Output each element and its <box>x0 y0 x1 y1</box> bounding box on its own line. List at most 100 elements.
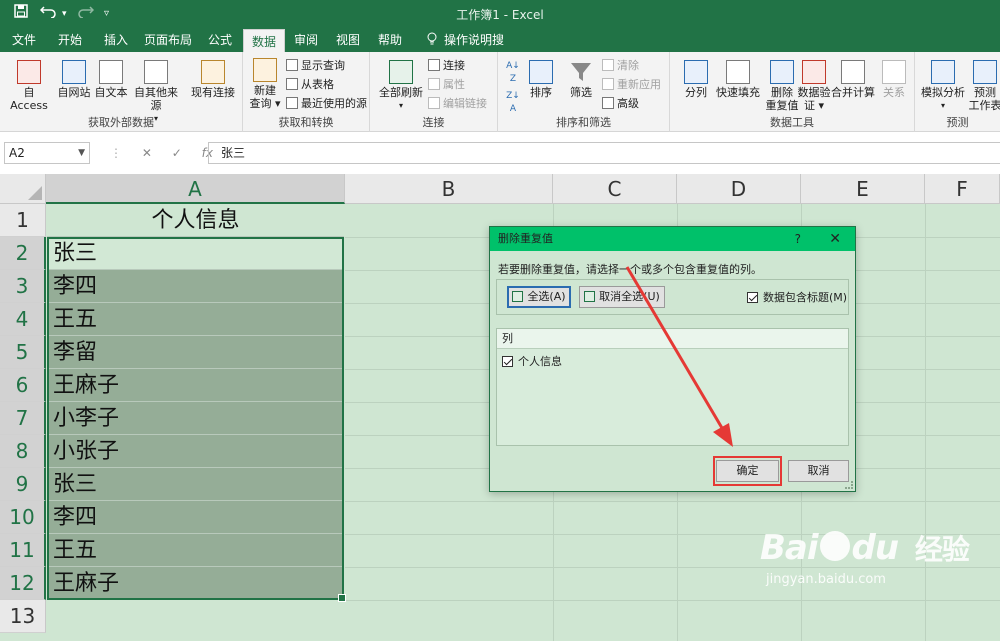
close-icon[interactable]: ✕ <box>829 227 841 251</box>
tab-view[interactable]: 视图 <box>330 28 366 52</box>
resize-grip-icon[interactable] <box>845 481 853 489</box>
properties-button[interactable]: 属性 <box>428 77 465 93</box>
filter-button[interactable]: 筛选 <box>566 60 596 99</box>
baidu-logo: Bai du 经验 <box>760 528 970 568</box>
cell-a10[interactable]: 李四 <box>47 501 344 534</box>
column-header-f[interactable]: F <box>925 174 1000 204</box>
connections-button[interactable]: 连接 <box>428 58 465 74</box>
flash-fill-button[interactable]: 快速填充 <box>714 60 762 99</box>
relationships-button[interactable]: 关系 <box>876 60 912 99</box>
row-header-12[interactable]: 12 <box>0 567 46 600</box>
row-header-4[interactable]: 4 <box>0 303 46 336</box>
formula-input[interactable]: 张三 <box>208 142 1000 164</box>
unselect-all-button[interactable]: 取消全选(U) <box>579 286 665 308</box>
cell-a1[interactable]: 个人信息 <box>47 204 344 237</box>
ribbon-tabs: 文件 开始 插入 页面布局 公式 数据 审阅 视图 帮助 操作说明搜索 <box>0 28 1000 71</box>
cell-a4[interactable]: 王五 <box>47 303 344 336</box>
row-header-7[interactable]: 7 <box>0 402 46 435</box>
row-header-5[interactable]: 5 <box>0 336 46 369</box>
select-all-icon <box>512 291 524 302</box>
row-header-10[interactable]: 10 <box>0 501 46 534</box>
dialog-titlebar: 删除重复值 ? ✕ <box>490 227 855 251</box>
text-file-icon <box>99 60 123 84</box>
connections-file-icon <box>201 60 225 84</box>
flash-fill-icon <box>726 60 750 84</box>
column-item-checkbox[interactable]: 个人信息 <box>502 353 562 369</box>
refresh-all-button[interactable]: 全部刷新 ▾ <box>378 60 424 112</box>
row-header-9[interactable]: 9 <box>0 468 46 501</box>
sort-descending-icon[interactable]: Z↓ A <box>504 90 522 116</box>
tab-home[interactable]: 开始 <box>50 28 90 52</box>
confirm-entry-icon[interactable]: ✓ <box>172 146 182 160</box>
consolidate-icon <box>841 60 865 84</box>
cell-a12[interactable]: 王麻子 <box>47 567 344 600</box>
tab-review[interactable]: 审阅 <box>288 28 324 52</box>
cell-a7[interactable]: 小李子 <box>47 402 344 435</box>
tab-help[interactable]: 帮助 <box>372 28 408 52</box>
from-table-button[interactable]: 从表格 <box>286 77 334 93</box>
row-header-11[interactable]: 11 <box>0 534 46 567</box>
other-sources-icon <box>144 60 168 84</box>
tab-insert[interactable]: 插入 <box>96 28 136 52</box>
cell-a3[interactable]: 李四 <box>47 270 344 303</box>
cancel-entry-icon[interactable]: ✕ <box>142 146 152 160</box>
select-all-corner[interactable] <box>0 174 46 204</box>
window-title: 工作簿1 - Excel <box>456 8 544 22</box>
columns-list[interactable]: 列 个人信息 <box>496 328 849 446</box>
what-if-analysis-button[interactable]: 模拟分析 ▾ <box>921 60 965 112</box>
row-header-6[interactable]: 6 <box>0 369 46 402</box>
reapply-button[interactable]: 重新应用 <box>602 77 661 93</box>
data-validation-icon <box>802 60 826 84</box>
tab-page-layout[interactable]: 页面布局 <box>140 28 196 52</box>
row-header-13[interactable]: 13 <box>0 600 46 633</box>
cell-a5[interactable]: 李留 <box>47 336 344 369</box>
headers-checkbox[interactable]: 数据包含标题(M) <box>747 289 847 305</box>
clear-filter-icon <box>602 59 614 71</box>
from-access-button[interactable]: 自 Access <box>6 60 52 112</box>
advanced-filter-button[interactable]: 高级 <box>602 96 639 112</box>
tab-formulas[interactable]: 公式 <box>200 28 240 52</box>
from-text-button[interactable]: 自文本 <box>94 60 128 99</box>
from-web-button[interactable]: 自网站 <box>56 60 92 99</box>
help-icon[interactable]: ? <box>795 227 801 251</box>
select-all-button[interactable]: 全选(A) <box>507 286 571 308</box>
row-header-8[interactable]: 8 <box>0 435 46 468</box>
column-header-d[interactable]: D <box>677 174 801 204</box>
remove-duplicates-icon <box>770 60 794 84</box>
show-queries-button[interactable]: 显示查询 <box>286 58 345 74</box>
cell-a2[interactable]: 张三 <box>47 237 344 270</box>
sort-button[interactable]: 排序 <box>526 60 556 99</box>
text-to-columns-button[interactable]: 分列 <box>678 60 714 99</box>
group-label: 连接 <box>422 116 445 129</box>
cell-a8[interactable]: 小张子 <box>47 435 344 468</box>
column-header-c[interactable]: C <box>553 174 677 204</box>
tell-me-search[interactable]: 操作说明搜索 <box>444 28 514 71</box>
chevron-down-icon[interactable]: ▼ <box>78 143 85 163</box>
clear-filter-button[interactable]: 清除 <box>602 58 639 74</box>
row-header-1[interactable]: 1 <box>0 204 46 237</box>
tab-file[interactable]: 文件 <box>4 28 44 52</box>
cell-a11[interactable]: 王五 <box>47 534 344 567</box>
cell-a9[interactable]: 张三 <box>47 468 344 501</box>
new-query-button[interactable]: 新建 查询 ▾ <box>247 58 283 110</box>
row-header-2[interactable]: 2 <box>0 237 46 270</box>
tab-data[interactable]: 数据 <box>243 29 285 52</box>
cancel-button[interactable]: 取消 <box>788 460 849 482</box>
column-header-a[interactable]: A <box>46 174 345 204</box>
edit-links-icon <box>428 97 440 109</box>
sort-ascending-icon[interactable]: A↓ Z <box>504 60 522 86</box>
group-label: 数据工具 <box>770 116 814 129</box>
recent-sources-button[interactable]: 最近使用的源 <box>286 96 367 112</box>
group-get-external-data: 自 Access 自网站 自文本 自其他来源 ▾ 现有连接 获取外部数据 <box>0 52 243 132</box>
options-dots-icon: ⋮ <box>110 146 122 160</box>
data-validation-button[interactable]: 数据验证 ▾ <box>794 60 834 112</box>
consolidate-button[interactable]: 合并计算 <box>830 60 876 99</box>
name-box[interactable]: A2 ▼ <box>4 142 90 164</box>
row-header-3[interactable]: 3 <box>0 270 46 303</box>
edit-links-button[interactable]: 编辑链接 <box>428 96 487 112</box>
cell-a6[interactable]: 王麻子 <box>47 369 344 402</box>
forecast-sheet-button[interactable]: 预测 工作表 <box>967 60 1000 112</box>
column-header-e[interactable]: E <box>801 174 925 204</box>
column-header-b[interactable]: B <box>345 174 553 204</box>
existing-connections-button[interactable]: 现有连接 <box>188 60 238 99</box>
